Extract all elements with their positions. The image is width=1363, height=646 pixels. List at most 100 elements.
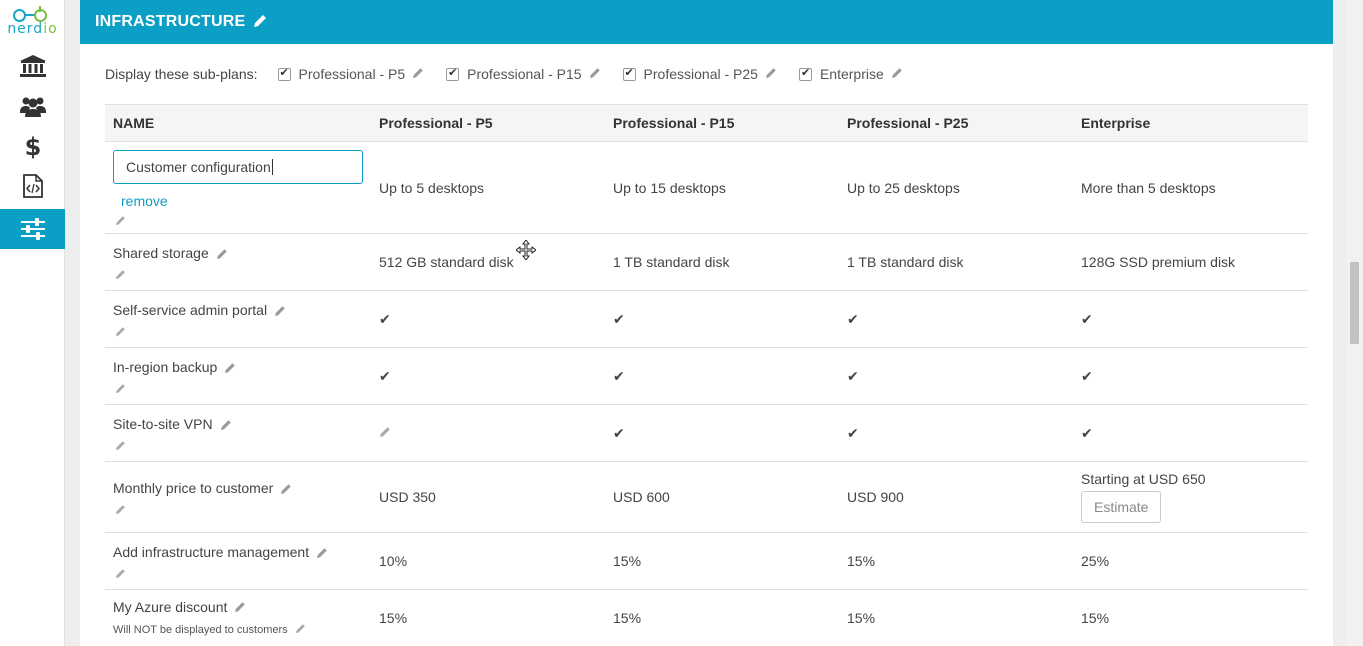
row-name: In-region backup: [113, 359, 218, 376]
checkmark-icon[interactable]: ✔: [371, 290, 605, 348]
pencil-icon[interactable]: [589, 66, 601, 82]
pencil-icon[interactable]: [216, 247, 228, 263]
pencil-icon[interactable]: [765, 66, 777, 82]
sliders-icon: [20, 218, 45, 240]
checkmark-icon[interactable]: ✔: [605, 290, 839, 348]
subplan-checkbox-enterprise[interactable]: [798, 66, 812, 81]
checkmark-icon[interactable]: ✔: [1073, 404, 1308, 462]
pencil-icon[interactable]: [220, 418, 232, 434]
table-cell[interactable]: 25%: [1073, 532, 1308, 590]
subplan-name: Professional - P25: [643, 66, 758, 82]
pencil-icon[interactable]: [274, 304, 286, 320]
dollar-icon: $: [25, 133, 41, 159]
move-cursor-icon: [515, 239, 537, 263]
table-cell-empty[interactable]: [371, 404, 605, 462]
pencil-icon[interactable]: [379, 425, 391, 441]
table-row: Shared storage 512 GB standard disk 1 TB…: [105, 233, 1308, 291]
checkmark-icon[interactable]: ✔: [605, 404, 839, 462]
table-cell[interactable]: 15%: [1073, 589, 1308, 646]
pencil-icon[interactable]: [224, 361, 236, 377]
row-name: Self-service admin portal: [113, 302, 268, 319]
subplan-selector: Display these sub-plans: Professional - …: [105, 60, 925, 88]
subplan-checkbox-p25[interactable]: [622, 66, 636, 81]
page-scrollbar[interactable]: [1346, 0, 1363, 646]
checkmark-icon[interactable]: ✔: [1073, 290, 1308, 348]
table-cell[interactable]: 1 TB standard disk: [605, 233, 839, 291]
pencil-icon[interactable]: [412, 66, 424, 82]
pencil-icon[interactable]: [234, 600, 246, 616]
table-cell[interactable]: Up to 5 desktops: [371, 141, 605, 234]
checkmark-icon[interactable]: ✔: [839, 347, 1073, 405]
panel-title: INFRASTRUCTURE: [95, 13, 246, 30]
pencil-icon[interactable]: [295, 621, 306, 637]
column-header-p25: Professional - P25: [839, 104, 1073, 142]
users-icon: [19, 97, 46, 117]
panel-header: INFRASTRUCTURE: [80, 0, 1333, 44]
infrastructure-panel: INFRASTRUCTURE Display these sub-plans: …: [80, 0, 1333, 646]
checkmark-icon[interactable]: ✔: [605, 347, 839, 405]
column-header-name: NAME: [105, 104, 371, 142]
sidebar-item-billing[interactable]: $: [0, 126, 65, 166]
table-cell[interactable]: More than 5 desktops: [1073, 141, 1308, 234]
pencil-icon[interactable]: [115, 213, 371, 226]
pencil-icon[interactable]: [280, 482, 292, 498]
table-cell[interactable]: Up to 25 desktops: [839, 141, 1073, 234]
row-name: Monthly price to customer: [113, 480, 274, 497]
table-cell[interactable]: 15%: [605, 589, 839, 646]
pencil-icon[interactable]: [115, 502, 371, 514]
table-cell[interactable]: USD 350: [371, 461, 605, 533]
table-cell[interactable]: 1 TB standard disk: [839, 233, 1073, 291]
table-cell[interactable]: USD 900: [839, 461, 1073, 533]
table-cell[interactable]: 512 GB standard disk: [371, 233, 605, 291]
subplan-name: Professional - P15: [467, 66, 582, 82]
pencil-icon[interactable]: [316, 546, 328, 562]
column-header-p5: Professional - P5: [371, 104, 605, 142]
checkmark-icon[interactable]: ✔: [839, 290, 1073, 348]
table-cell[interactable]: 15%: [839, 532, 1073, 590]
table-cell[interactable]: 10%: [371, 532, 605, 590]
sidebar-item-accounts[interactable]: [0, 46, 65, 86]
table-cell[interactable]: 128G SSD premium disk: [1073, 233, 1308, 291]
code-file-icon: [22, 174, 43, 198]
sidebar-item-users[interactable]: [0, 86, 65, 126]
pencil-icon[interactable]: [115, 267, 371, 279]
pencil-icon[interactable]: [115, 438, 371, 450]
subplan-checkbox-p15[interactable]: [446, 66, 460, 81]
scrollbar-thumb[interactable]: [1350, 262, 1359, 344]
subplans-label: Display these sub-plans:: [105, 66, 258, 82]
sidebar-item-scripts[interactable]: [0, 166, 65, 206]
estimate-button[interactable]: Estimate: [1081, 491, 1162, 523]
checkmark-icon[interactable]: ✔: [1073, 347, 1308, 405]
table-cell[interactable]: 15%: [839, 589, 1073, 646]
row-name: Add infrastructure management: [113, 544, 310, 561]
pencil-icon[interactable]: [115, 566, 371, 578]
nerdio-logo[interactable]: nerdio: [0, 4, 65, 40]
column-header-enterprise: Enterprise: [1073, 104, 1308, 142]
table-cell[interactable]: 15%: [371, 589, 605, 646]
row-name: Shared storage: [113, 245, 209, 262]
table-row: Self-service admin portal ✔ ✔ ✔ ✔: [105, 290, 1308, 348]
row-name-input[interactable]: Customer configuration: [113, 150, 363, 184]
table-cell[interactable]: 15%: [605, 532, 839, 590]
sidebar-item-plans[interactable]: [0, 209, 65, 249]
subplan-name: Professional - P5: [298, 66, 406, 82]
pencil-icon[interactable]: [115, 324, 371, 336]
remove-row-link[interactable]: remove: [121, 193, 371, 209]
subplan-option-p25: Professional - P25: [622, 66, 777, 82]
table-cell[interactable]: Up to 15 desktops: [605, 141, 839, 234]
edit-title-pencil-icon[interactable]: [253, 14, 267, 31]
row-note: Will NOT be displayed to customers: [113, 624, 288, 636]
column-header-p15: Professional - P15: [605, 104, 839, 142]
table-cell-text[interactable]: Starting at USD 650: [1081, 471, 1308, 487]
subplan-option-enterprise: Enterprise: [798, 66, 903, 82]
sidebar: nerdio $: [0, 0, 65, 646]
checkmark-icon[interactable]: ✔: [839, 404, 1073, 462]
table-cell[interactable]: USD 600: [605, 461, 839, 533]
pencil-icon[interactable]: [891, 66, 903, 82]
checkmark-icon[interactable]: ✔: [371, 347, 605, 405]
subplan-option-p5: Professional - P5: [277, 66, 425, 82]
subplan-checkbox-p5[interactable]: [277, 66, 291, 81]
table-row: In-region backup ✔ ✔ ✔ ✔: [105, 347, 1308, 405]
row-name: Site-to-site VPN: [113, 416, 213, 433]
pencil-icon[interactable]: [115, 381, 371, 393]
